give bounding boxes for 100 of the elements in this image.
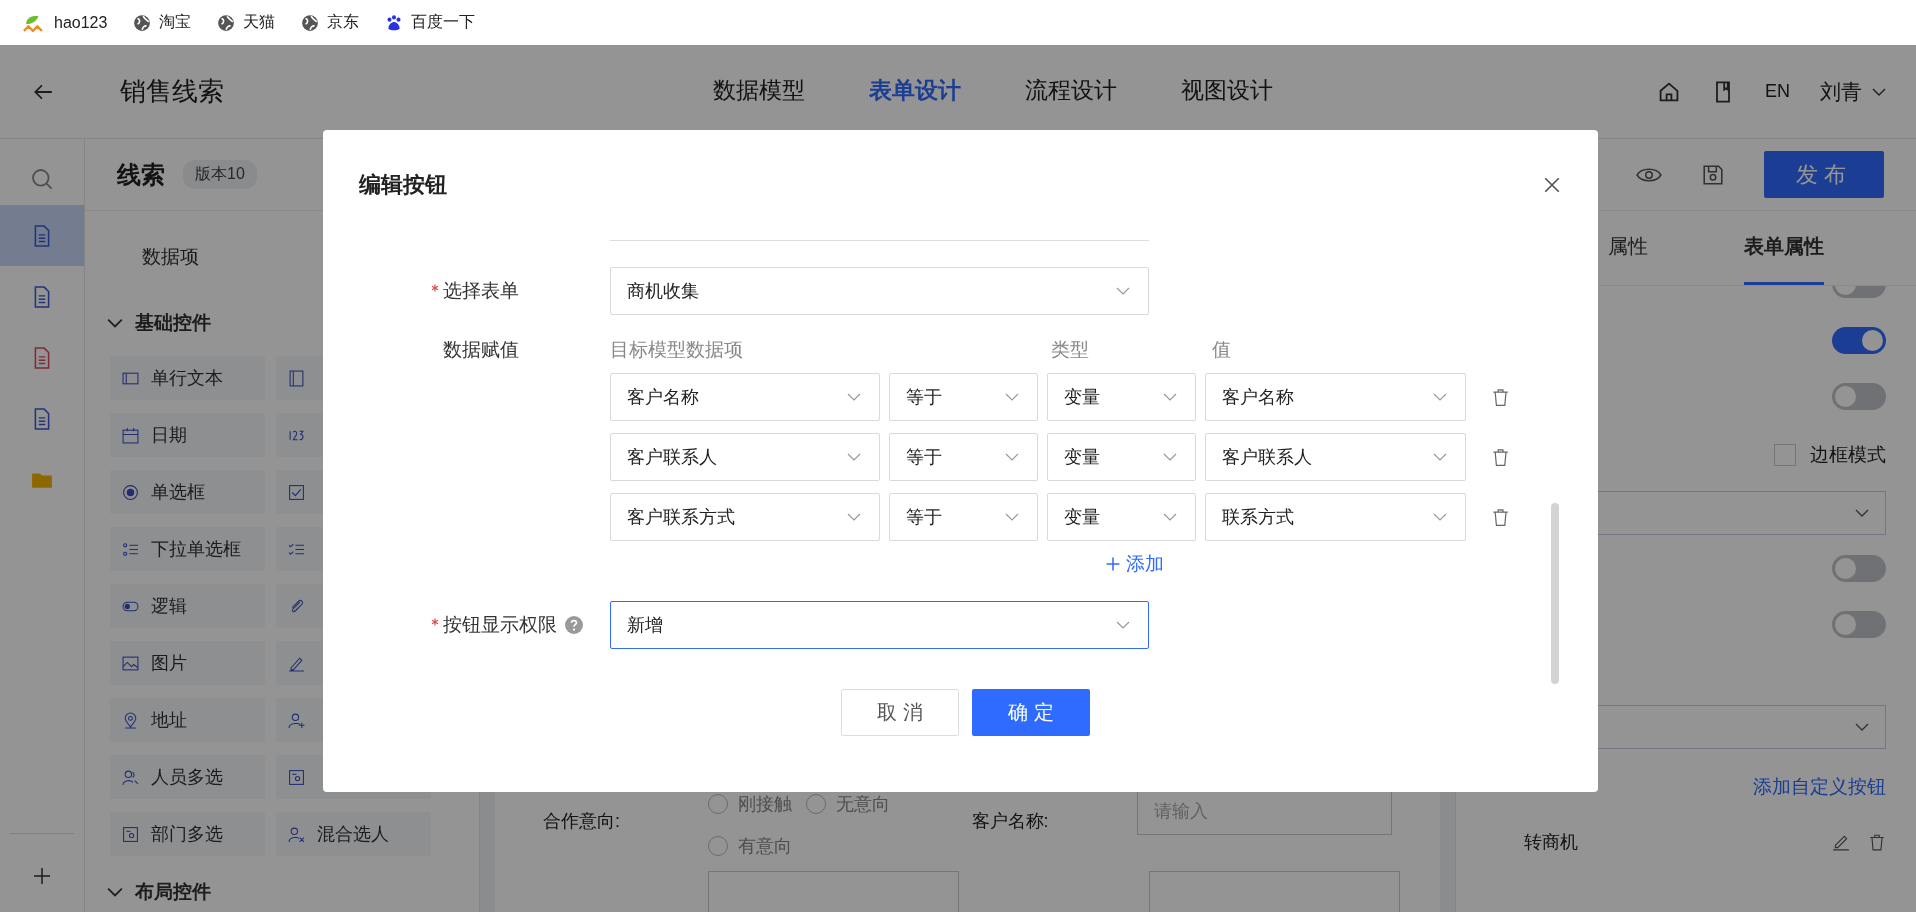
control-item[interactable]: 地址 xyxy=(110,698,265,742)
chevron-down-icon xyxy=(1855,722,1869,732)
cancel-button[interactable]: 取 消 xyxy=(841,689,959,736)
language-link[interactable]: EN xyxy=(1765,81,1790,102)
close-icon xyxy=(1543,176,1561,194)
chevron-icon xyxy=(107,886,123,898)
chevron-down-icon xyxy=(1163,512,1178,522)
edit-icon[interactable] xyxy=(1832,833,1850,851)
add-link[interactable]: 添加 xyxy=(946,551,1164,577)
field-label: 数据赋值 xyxy=(443,338,519,362)
select-field[interactable]: 变量 xyxy=(1047,373,1197,421)
control-item[interactable]: 下拉单选框 xyxy=(110,527,265,571)
section-header[interactable]: 基础控件 xyxy=(85,303,211,343)
plus-icon xyxy=(1106,557,1120,571)
date-control-icon xyxy=(122,426,139,444)
panel-tab[interactable]: 数据项 xyxy=(90,211,250,303)
app-title: 销售线索 xyxy=(119,75,225,108)
mixed-control-icon xyxy=(288,825,305,843)
globe-icon xyxy=(217,13,236,32)
member-control-icon xyxy=(288,711,305,729)
bookmark-link[interactable]: hao123 xyxy=(22,13,108,32)
toggle-switch[interactable] xyxy=(1832,326,1886,354)
search-icon[interactable] xyxy=(30,167,54,191)
trash-icon[interactable] xyxy=(1490,446,1510,468)
trash-icon[interactable] xyxy=(1490,386,1510,408)
trash-icon[interactable] xyxy=(1490,506,1510,528)
select-field[interactable]: 等于 xyxy=(889,373,1039,421)
toggle-switch[interactable] xyxy=(1832,610,1886,638)
trash-icon[interactable] xyxy=(1868,833,1886,851)
control-item[interactable]: 混合选人 xyxy=(276,812,431,856)
chevron-down-icon xyxy=(1163,392,1178,402)
toggle-switch[interactable] xyxy=(1832,382,1886,410)
chevron-down-icon xyxy=(847,392,861,402)
column-header: 类型 xyxy=(1051,338,1090,362)
address-control-icon xyxy=(122,711,139,729)
input-field[interactable] xyxy=(1149,871,1400,912)
checkbox-control-icon xyxy=(288,483,305,501)
chevron-down-icon xyxy=(1005,512,1020,522)
radio-control-icon xyxy=(122,483,139,501)
bookmark-link[interactable]: 淘宝 xyxy=(133,12,192,33)
departments-control-icon xyxy=(122,825,139,843)
control-item[interactable]: 单行文本 xyxy=(110,356,265,400)
control-item[interactable]: 逻辑 xyxy=(110,584,265,628)
select-field[interactable]: 新增 xyxy=(610,601,1149,649)
select-field[interactable]: 客户名称 xyxy=(610,373,880,421)
control-item[interactable]: 单选框 xyxy=(110,470,265,514)
select-field[interactable]: 变量 xyxy=(1047,493,1197,541)
select-field[interactable]: 客户联系人 xyxy=(610,433,880,481)
field-label: 合作意向: xyxy=(543,810,621,833)
chevron-down-icon xyxy=(1432,452,1447,462)
help-icon[interactable] xyxy=(565,616,583,634)
control-item[interactable]: 部门多选 xyxy=(110,812,265,856)
column-header: 值 xyxy=(1212,338,1231,362)
globe-icon xyxy=(301,13,320,32)
field-label: 按钮显示权限 xyxy=(443,613,557,637)
checkbox[interactable]: 边框模式 xyxy=(1774,442,1886,468)
chevron-down-icon xyxy=(1116,620,1130,630)
select-field[interactable]: 等于 xyxy=(889,433,1039,481)
field-label: 选择表单 xyxy=(443,279,519,303)
form-button[interactable] xyxy=(0,205,84,266)
select-field[interactable]: 变量 xyxy=(1047,433,1197,481)
publish-button[interactable]: 发布 xyxy=(1764,151,1884,198)
select-field[interactable]: 等于 xyxy=(889,493,1039,541)
select-field[interactable]: 客户联系人 xyxy=(1205,433,1466,481)
control-item[interactable]: 人员多选 xyxy=(110,755,265,799)
toggle-switch[interactable] xyxy=(1832,554,1886,582)
control-item[interactable]: 图片 xyxy=(110,641,265,685)
confirm-button[interactable]: 确 定 xyxy=(972,689,1090,736)
dialog-title: 编辑按钮 xyxy=(359,171,448,199)
field-label: 客户名称: xyxy=(971,810,1050,833)
bookmark-link[interactable]: 百度一下 xyxy=(385,12,476,33)
input-field[interactable] xyxy=(708,871,959,912)
chevron-down-icon xyxy=(847,512,861,522)
image-control-icon xyxy=(122,654,139,672)
save-icon[interactable] xyxy=(1700,163,1726,186)
chevron-down-icon xyxy=(1163,452,1178,462)
version-badge: 版本10 xyxy=(183,160,257,189)
select-field[interactable]: 客户名称 xyxy=(1205,373,1466,421)
select-field[interactable]: 客户联系方式 xyxy=(610,493,880,541)
panel-tab[interactable]: 属性 xyxy=(1608,211,1648,285)
select-field[interactable]: 商机收集 xyxy=(610,267,1149,315)
chevron-down-icon xyxy=(1432,392,1447,402)
user-menu[interactable]: 刘青 xyxy=(1820,77,1886,106)
chevron-down-icon xyxy=(1005,392,1020,402)
scrollbar[interactable] xyxy=(1551,503,1559,684)
section-header[interactable]: 布局控件 xyxy=(85,872,211,912)
column-header: 目标模型数据项 xyxy=(610,338,744,362)
control-item[interactable]: 日期 xyxy=(110,413,265,457)
bookmark-link[interactable]: 京东 xyxy=(301,12,360,33)
panel-tab[interactable]: 表单属性 xyxy=(1744,211,1824,285)
form-name: 线索 xyxy=(117,159,165,190)
globe-icon xyxy=(133,13,152,32)
chevron-icon xyxy=(107,317,123,329)
chevron-down-icon xyxy=(1432,512,1447,522)
add-custom-button-link[interactable]: 添加自定义按钮 xyxy=(1753,774,1886,800)
bookmark-link[interactable]: 天猫 xyxy=(217,12,276,33)
custom-button-name: 转商机 xyxy=(1524,831,1579,854)
chevron-down-icon xyxy=(1116,286,1130,296)
select-field[interactable]: 联系方式 xyxy=(1205,493,1466,541)
chevron-down-icon xyxy=(1855,508,1869,518)
